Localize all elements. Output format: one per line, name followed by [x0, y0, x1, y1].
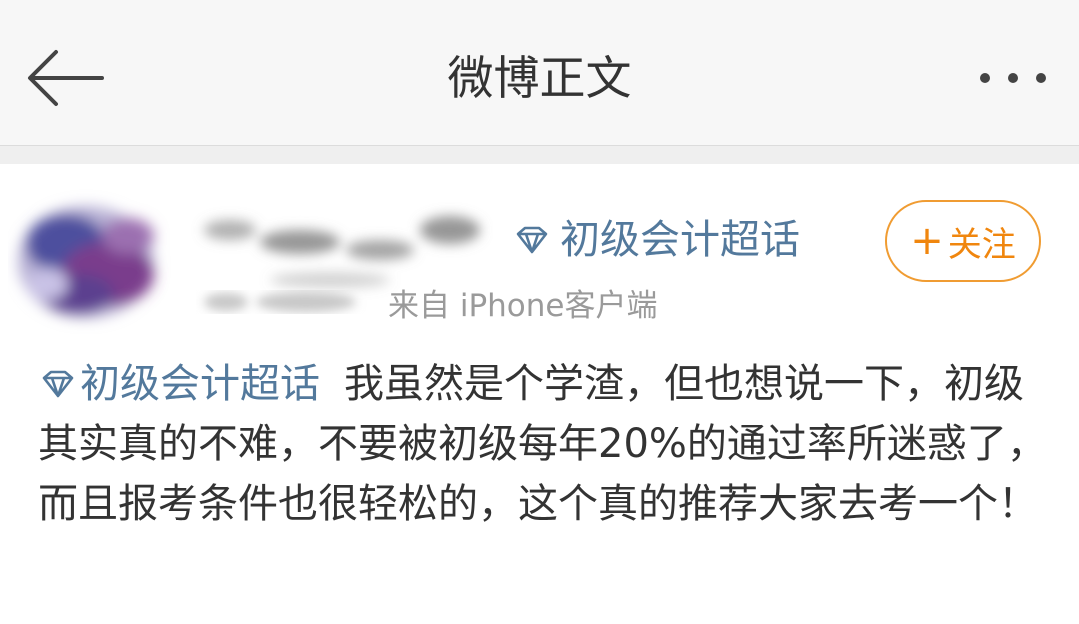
- follow-button[interactable]: + 关注: [885, 200, 1041, 282]
- body-super-topic-link[interactable]: 初级会计超话: [38, 354, 320, 414]
- section-divider: [0, 145, 1079, 164]
- diamond-icon: [516, 226, 548, 254]
- post-content: 初级会计超话 我虽然是个学渣，但也想说一下，初级其实真的不难，不要被初级每年20…: [38, 354, 1048, 534]
- more-icon: [980, 73, 1046, 83]
- body-super-topic-label: 初级会计超话: [80, 361, 320, 407]
- avatar[interactable]: [8, 184, 178, 334]
- diamond-icon: [42, 370, 74, 398]
- navigation-bar: 微博正文: [0, 0, 1079, 145]
- follow-label: 关注: [947, 224, 1016, 265]
- page-title: 微博正文: [447, 51, 632, 105]
- super-topic-tag[interactable]: 初级会计超话: [512, 214, 800, 266]
- post-meta: 来自 iPhone客户端: [196, 280, 658, 324]
- more-button[interactable]: [970, 58, 1060, 98]
- super-topic-label: 初级会计超话: [560, 217, 800, 263]
- post-card: 初级会计超话 来自 iPhone客户端 + 关注 初级会计超话 我虽然是个学渣，…: [0, 164, 1079, 624]
- post-source: 来自 iPhone客户端: [388, 287, 658, 324]
- timestamp-redacted: [204, 292, 356, 312]
- plus-icon: +: [910, 218, 944, 264]
